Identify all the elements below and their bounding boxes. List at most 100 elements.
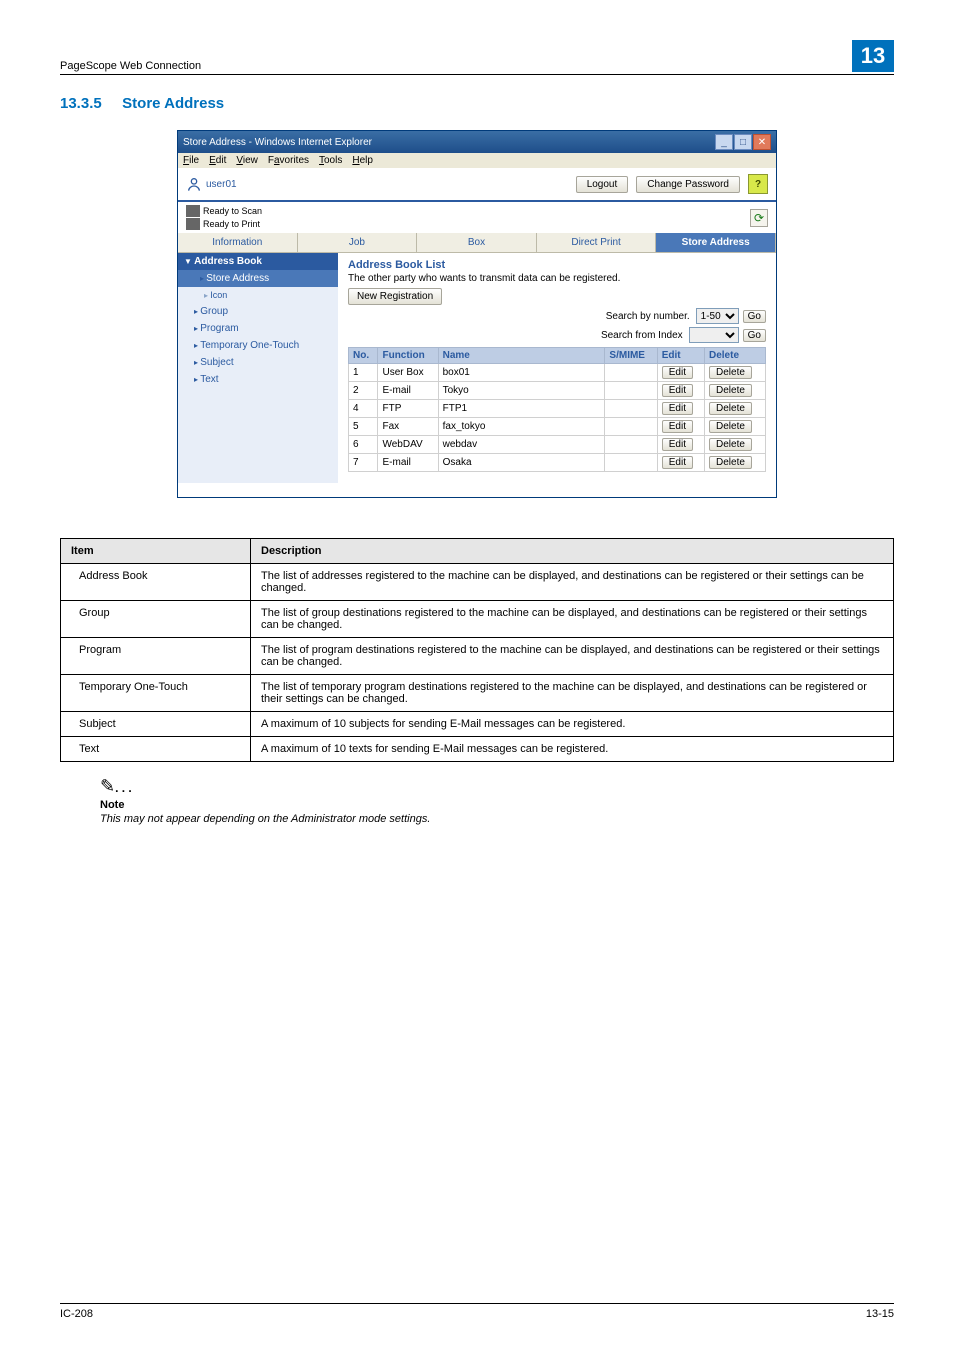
table-row: Temporary One-TouchThe list of temporary… [61,675,894,712]
cell-smime [605,400,657,418]
section-heading: 13.3.5 Store Address [60,95,894,112]
table-row: 7E-mailOsakaEditDelete [349,454,766,472]
delete-button[interactable]: Delete [709,402,752,415]
close-icon[interactable]: ✕ [753,134,771,150]
sidebar-item-store-address[interactable]: Store Address [178,270,338,287]
cell-smime [605,454,657,472]
section-title: Store Address [122,95,224,112]
table-row: 4FTPFTP1EditDelete [349,400,766,418]
menu-edit[interactable]: Edit [209,155,226,166]
desc-item: Group [61,601,251,638]
th-function: Function [378,348,438,364]
menu-file[interactable]: File [183,155,199,166]
th-no: No. [349,348,378,364]
cell-name: fax_tokyo [438,418,605,436]
sidebar-cat-address-book[interactable]: Address Book [178,253,338,270]
cell-name: Tokyo [438,382,605,400]
desc-item: Address Book [61,564,251,601]
address-table: No. Function Name S/MIME Edit Delete 1Us… [348,347,766,472]
note-label: Note [100,799,894,811]
table-row: TextA maximum of 10 texts for sending E-… [61,737,894,762]
desc-text: A maximum of 10 subjects for sending E-M… [251,712,894,737]
desc-h-item: Item [61,539,251,564]
desc-item: Temporary One-Touch [61,675,251,712]
cell-smime [605,436,657,454]
desc-text: The list of temporary program destinatio… [251,675,894,712]
desc-text: The list of addresses registered to the … [251,564,894,601]
edit-button[interactable]: Edit [662,402,693,415]
status-print: Ready to Print [203,219,260,229]
sidebar-item-temporary[interactable]: Temporary One-Touch [178,337,338,354]
th-edit: Edit [657,348,704,364]
search-number-select[interactable]: 1-50 [696,308,739,324]
table-row: ProgramThe list of program destinations … [61,638,894,675]
delete-button[interactable]: Delete [709,384,752,397]
refresh-icon[interactable]: ⟳ [750,209,768,227]
menu-help[interactable]: Help [352,155,373,166]
edit-button[interactable]: Edit [662,384,693,397]
cell-no: 2 [349,382,378,400]
cell-no: 6 [349,436,378,454]
scan-status-icon [186,205,200,217]
sidebar-item-group[interactable]: Group [178,303,338,320]
cell-function: User Box [378,364,438,382]
sidebar-item-subject[interactable]: Subject [178,354,338,371]
tab-job[interactable]: Job [298,233,418,252]
minimize-icon[interactable]: _ [715,134,733,150]
help-icon[interactable]: ? [748,174,768,194]
description-table: Item Description Address BookThe list of… [60,538,894,762]
change-password-button[interactable]: Change Password [636,176,740,193]
delete-button[interactable]: Delete [709,420,752,433]
footer-right: 13-15 [866,1308,894,1320]
edit-button[interactable]: Edit [662,420,693,433]
edit-button[interactable]: Edit [662,438,693,451]
delete-button[interactable]: Delete [709,438,752,451]
print-status-icon [186,218,200,230]
sidebar: Address Book Store Address Icon Group Pr… [178,253,338,483]
tab-box[interactable]: Box [417,233,537,252]
sidebar-item-icon[interactable]: Icon [178,287,338,303]
delete-button[interactable]: Delete [709,366,752,379]
user-name: user01 [206,179,237,190]
note-icon: ✎ [100,776,115,796]
menu-view[interactable]: View [236,155,258,166]
search-number-label: Search by number. [606,311,690,322]
cell-name: FTP1 [438,400,605,418]
th-delete: Delete [705,348,766,364]
cell-name: Osaka [438,454,605,472]
menubar: File Edit View Favorites Tools Help [178,153,776,168]
main-intro: The other party who wants to transmit da… [348,273,766,284]
window-title: Store Address - Windows Internet Explore… [183,137,372,148]
search-index-label: Search from Index [601,330,683,341]
cell-function: Fax [378,418,438,436]
cell-function: FTP [378,400,438,418]
tab-store-address[interactable]: Store Address [656,233,776,252]
go-button-2[interactable]: Go [743,329,766,342]
maximize-icon[interactable]: □ [734,134,752,150]
search-index-select[interactable] [689,327,739,343]
edit-button[interactable]: Edit [662,366,693,379]
note-block: ✎. . . Note This may not appear dependin… [60,776,894,825]
tab-direct-print[interactable]: Direct Print [537,233,657,252]
desc-item: Text [61,737,251,762]
logout-button[interactable]: Logout [576,176,629,193]
menu-favorites[interactable]: Favorites [268,155,309,166]
cell-function: E-mail [378,382,438,400]
desc-h-desc: Description [251,539,894,564]
cell-name: box01 [438,364,605,382]
status-scan: Ready to Scan [203,206,262,216]
sidebar-item-text[interactable]: Text [178,371,338,388]
delete-button[interactable]: Delete [709,456,752,469]
titlebar: Store Address - Windows Internet Explore… [178,131,776,153]
sidebar-item-program[interactable]: Program [178,320,338,337]
edit-button[interactable]: Edit [662,456,693,469]
menu-tools[interactable]: Tools [319,155,342,166]
cell-no: 7 [349,454,378,472]
th-name: Name [438,348,605,364]
go-button-1[interactable]: Go [743,310,766,323]
new-registration-button[interactable]: New Registration [348,288,442,305]
desc-text: A maximum of 10 texts for sending E-Mail… [251,737,894,762]
desc-item: Subject [61,712,251,737]
tab-information[interactable]: Information [178,233,298,252]
table-row: 2E-mailTokyo Edit Delete [349,382,766,400]
